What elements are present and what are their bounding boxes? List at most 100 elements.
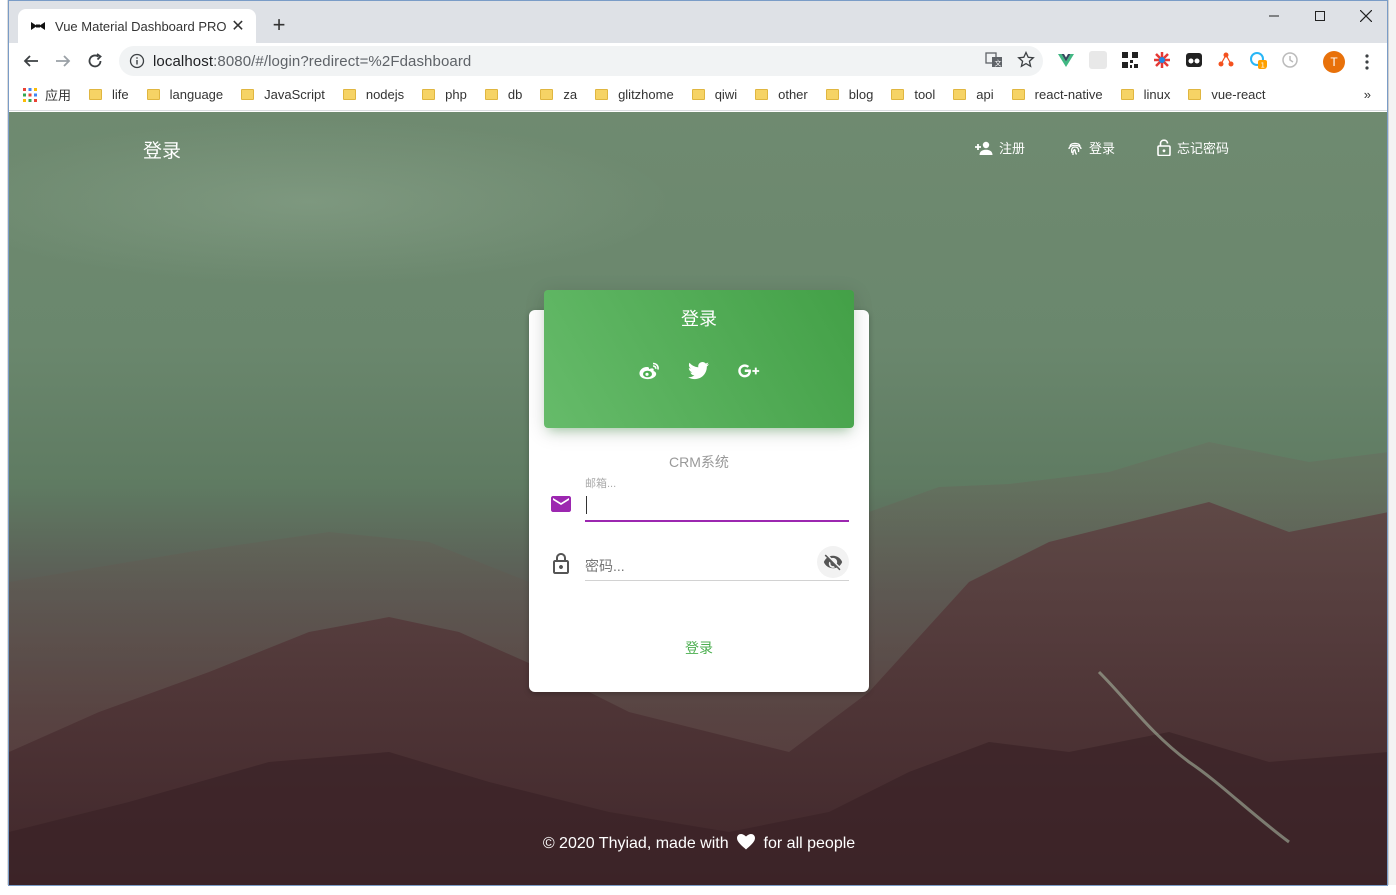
- bookmark-folder[interactable]: api: [953, 87, 994, 102]
- toggle-password-visibility-button[interactable]: [817, 546, 849, 578]
- folder-icon: [691, 89, 705, 100]
- login-card-title: 登录: [681, 309, 717, 329]
- apps-grid-icon: [23, 87, 37, 102]
- login-card-header: 登录: [544, 290, 854, 428]
- folder-icon: [89, 89, 103, 100]
- page-brand[interactable]: 登录: [143, 136, 181, 163]
- translate-icon[interactable]: 文: [985, 51, 1003, 69]
- svg-text:1: 1: [1261, 62, 1265, 70]
- nav-register[interactable]: 注册: [974, 138, 1025, 157]
- folder-icon: [342, 89, 356, 100]
- password-field[interactable]: [585, 551, 849, 581]
- network-extension-icon[interactable]: [1217, 51, 1235, 69]
- bookmarks-overflow-button[interactable]: »: [1364, 87, 1371, 102]
- info-icon[interactable]: [129, 53, 145, 69]
- bookmark-apps[interactable]: 应用: [23, 85, 71, 104]
- bookmark-folder[interactable]: life: [89, 87, 129, 102]
- email-field[interactable]: [585, 492, 849, 522]
- bookmark-folder[interactable]: linux: [1120, 87, 1171, 102]
- bookmark-folder[interactable]: glitzhome: [595, 87, 674, 102]
- bookmark-folder[interactable]: blog: [825, 87, 874, 102]
- folder-icon: [484, 89, 498, 100]
- bookmark-folder[interactable]: JavaScript: [241, 87, 325, 102]
- glasses-extension-icon[interactable]: [1185, 51, 1203, 69]
- bookmark-folder[interactable]: react-native: [1011, 87, 1103, 102]
- bookmark-folder-label: other: [778, 87, 808, 102]
- weibo-button[interactable]: [638, 360, 660, 382]
- twitter-icon: [688, 362, 709, 380]
- bookmark-folder[interactable]: nodejs: [342, 87, 404, 102]
- extension-grid-icon[interactable]: [1089, 51, 1107, 69]
- minimize-button[interactable]: [1251, 1, 1297, 31]
- heart-icon: [737, 834, 756, 850]
- browser-toolbar: localhost:8080/#/login?redirect=%2Fdashb…: [9, 43, 1387, 79]
- bookmark-folder-label: tool: [914, 87, 936, 102]
- desktop-background-bottom: [0, 885, 1396, 895]
- bookmark-folder-label: qiwi: [714, 87, 738, 102]
- folder-icon: [241, 89, 255, 100]
- vue-devtools-icon[interactable]: [1057, 51, 1075, 69]
- tab-bar: Vue Material Dashboard PRO ✕ +: [9, 1, 1387, 43]
- maximize-icon: [1315, 11, 1325, 21]
- bookmark-folder[interactable]: other: [755, 87, 808, 102]
- maximize-button[interactable]: [1297, 1, 1343, 31]
- google-plus-button[interactable]: [738, 360, 760, 382]
- bookmark-folder[interactable]: db: [484, 87, 523, 102]
- clock-extension-icon[interactable]: [1281, 51, 1299, 69]
- folder-icon: [146, 89, 160, 100]
- url-host: localhost: [153, 52, 214, 70]
- svg-text:文: 文: [995, 59, 1002, 68]
- bookmark-star-icon[interactable]: [1017, 51, 1035, 69]
- arrow-right-icon: [56, 55, 71, 67]
- reload-button[interactable]: [83, 49, 107, 73]
- bookmark-folders: life language JavaScript nodejs php db za glitz…: [89, 87, 1284, 102]
- twitter-button[interactable]: [688, 360, 710, 382]
- qr-code-icon[interactable]: [1121, 51, 1139, 69]
- bookmark-folder-label: db: [507, 87, 523, 102]
- bookmark-folder[interactable]: language: [146, 87, 224, 102]
- badge-extension-icon[interactable]: 1: [1249, 51, 1267, 69]
- asterisk-extension-icon[interactable]: [1153, 51, 1171, 69]
- folder-icon: [595, 89, 609, 100]
- forward-button[interactable]: [51, 49, 75, 73]
- folder-icon: [825, 89, 839, 100]
- footer-prefix: © 2020 Thyiad, made with: [542, 835, 729, 852]
- visibility-off-icon: [823, 554, 843, 571]
- footer-suffix: for all people: [763, 835, 856, 852]
- new-tab-button[interactable]: +: [267, 13, 291, 37]
- bookmark-folder[interactable]: qiwi: [691, 87, 738, 102]
- address-bar[interactable]: localhost:8080/#/login?redirect=%2Fdashb…: [119, 46, 1043, 76]
- browser-menu-button[interactable]: [1359, 52, 1375, 72]
- text-cursor: [586, 496, 587, 514]
- google-plus-icon: [738, 364, 760, 378]
- tab-close-icon[interactable]: ✕: [230, 16, 246, 36]
- bookmark-folder[interactable]: tool: [891, 87, 935, 102]
- desktop-background: [0, 0, 8, 895]
- bookmark-folder[interactable]: za: [540, 87, 577, 102]
- nav-forgot-password[interactable]: 忘记密码: [1157, 138, 1229, 157]
- login-submit-button[interactable]: 登录: [659, 632, 739, 664]
- bookmarks-bar: 应用 life language JavaScript nodejs php db za gl…: [9, 79, 1387, 111]
- bookmark-folder[interactable]: php: [422, 87, 467, 102]
- lock-open-icon: [1157, 139, 1171, 156]
- folder-icon: [1120, 89, 1134, 100]
- arrow-left-icon: [23, 55, 38, 67]
- bookmark-folder-label: linux: [1143, 87, 1171, 102]
- nav-forgot-label: 忘记密码: [1176, 141, 1229, 156]
- login-page: 登录 注册 登录 忘记密码 登录 CRM系统 邮箱... 登录 © 2020 T…: [9, 112, 1387, 885]
- reload-icon: [88, 53, 102, 68]
- bookmark-folder-label: language: [169, 87, 224, 102]
- bookmark-folder-label: php: [445, 87, 467, 102]
- browser-tab[interactable]: Vue Material Dashboard PRO ✕: [18, 9, 256, 43]
- folder-icon: [953, 89, 967, 100]
- close-window-button[interactable]: [1343, 1, 1387, 31]
- folder-icon: [891, 89, 905, 100]
- bookmark-folder-label: blog: [848, 87, 874, 102]
- fingerprint-icon: [1068, 142, 1082, 155]
- social-login-buttons: [544, 360, 854, 382]
- back-button[interactable]: [19, 49, 43, 73]
- bookmark-folder[interactable]: vue-react: [1188, 87, 1266, 102]
- nav-login[interactable]: 登录: [1067, 138, 1115, 157]
- top-nav: 注册 登录 忘记密码: [974, 138, 1229, 157]
- profile-avatar[interactable]: T: [1323, 51, 1345, 73]
